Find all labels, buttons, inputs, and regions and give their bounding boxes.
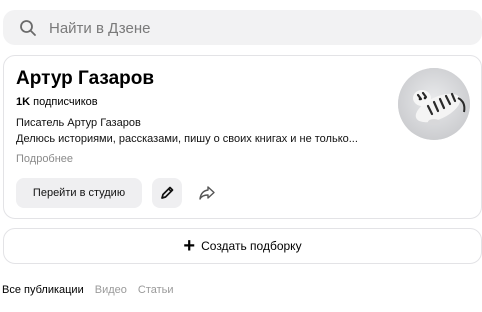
tab-all-publications[interactable]: Все публикации (2, 284, 84, 296)
tab-articles[interactable]: Статьи (138, 284, 174, 296)
channel-description-line2: Делюсь историями, рассказами, пишу о сво… (16, 133, 358, 145)
go-to-studio-button[interactable]: Перейти в студию (16, 178, 142, 208)
channel-description-line1: Писатель Артур Газаров (16, 117, 141, 129)
tiger-avatar[interactable] (398, 68, 470, 140)
search-bar[interactable] (3, 10, 482, 45)
subscribers-count: 1K подписчиков (16, 96, 98, 108)
pencil-icon (161, 186, 174, 199)
edit-button[interactable] (152, 178, 182, 208)
create-collection-button[interactable]: + Создать подборку (3, 228, 482, 264)
search-icon (20, 20, 36, 36)
more-link[interactable]: Подробнее (16, 153, 73, 165)
search-input[interactable] (49, 16, 469, 40)
channel-card: Артур Газаров 1K подписчиков Писатель Ар… (3, 55, 482, 219)
share-arrow-icon (199, 186, 215, 200)
create-collection-label: Создать подборку (201, 239, 302, 253)
tab-video[interactable]: Видео (95, 284, 127, 296)
channel-name: Артур Газаров (16, 68, 155, 89)
avatar-image (398, 68, 470, 140)
subscribers-number: 1K (16, 96, 31, 108)
plus-icon: + (183, 235, 196, 257)
subscribers-label: подписчиков (33, 96, 98, 108)
publication-tabs: Все публикации Видео Статьи (2, 284, 174, 296)
share-button[interactable] (192, 178, 222, 208)
